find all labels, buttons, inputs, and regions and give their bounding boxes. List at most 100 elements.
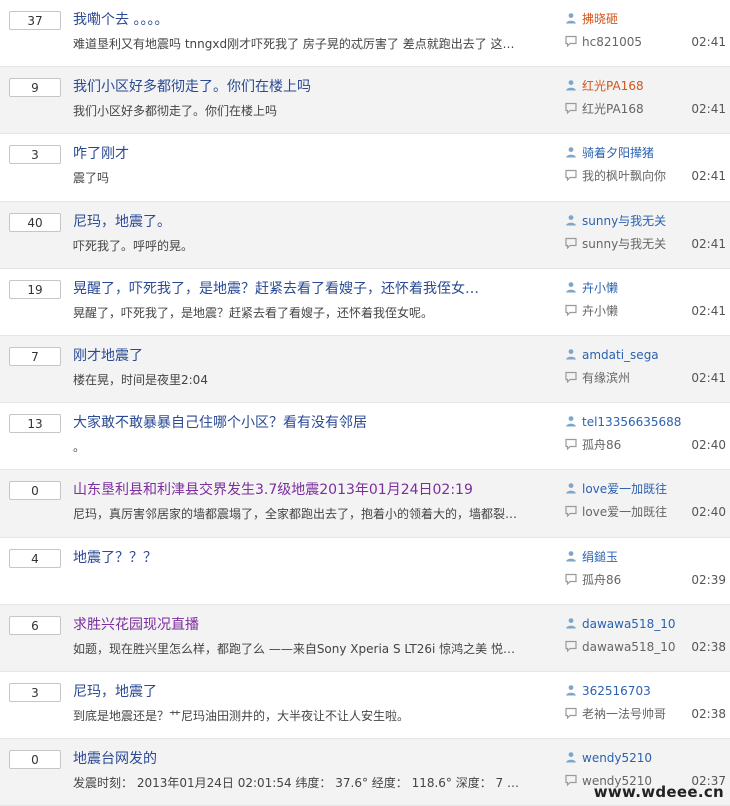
thread-preview: 难道垦利又有地震吗 tnngxd刚才吓死我了 房子晃的忒厉害了 差点就跑出去了 …	[73, 37, 520, 51]
reply-count-badge[interactable]: 40	[9, 212, 61, 232]
last-replier-name: 孤舟86	[582, 438, 622, 453]
reply-icon	[565, 371, 577, 383]
thread-row: 19 晃醒了，吓死我了，是地震？赶紧去看了看嫂子，还怀着我侄女… 晃醒了，吓死我…	[0, 268, 730, 336]
thread-title-link[interactable]: 大家敢不敢暴暴自己住哪个小区？看有没有邻居	[73, 414, 483, 432]
reply-count-badge[interactable]: 6	[9, 615, 61, 635]
last-replier: sunny与我无关	[565, 236, 685, 252]
reply-count-badge[interactable]: 4	[9, 548, 61, 568]
last-reply-time: 02:41	[691, 35, 726, 49]
last-reply-time: 02:38	[691, 706, 726, 721]
thread-row: 13 大家敢不敢暴暴自己住哪个小区？看有没有邻居 。 tel1335663568…	[0, 403, 730, 471]
reply-count-badge[interactable]: 3	[9, 145, 61, 165]
last-replier-name: hc821005	[582, 35, 643, 49]
thread-title-link[interactable]: 地震台网发的	[73, 750, 483, 768]
author-name: 骑着夕阳撵猪	[582, 146, 655, 161]
thread-title-link[interactable]: 刚才地震了	[73, 347, 483, 365]
thread-title-link[interactable]: 尼玛，地震了。	[73, 213, 483, 231]
user-icon	[566, 80, 576, 91]
reply-count-badge[interactable]: 0	[9, 750, 61, 770]
thread-preview: 楼在晃，时间是夜里2:04	[73, 372, 208, 387]
thread-preview: 如题，现在胜兴里怎么样，都跑了么 ——来自Sony Xperia S LT26i…	[73, 641, 520, 656]
author-name: love爱一加既往	[582, 482, 668, 497]
reply-icon	[565, 35, 577, 47]
thread-preview: 发震时刻： 2013年01月24日 02:01:54 纬度： 37.6° 经度：…	[73, 776, 520, 791]
reply-count-badge[interactable]: 9	[9, 78, 61, 98]
reply-icon	[565, 103, 577, 115]
last-replier: 孤舟86	[565, 572, 685, 588]
thread-preview: 晃醒了，吓死我了，是地震？赶紧去看了看嫂子，还怀着我侄女呢。	[73, 305, 434, 320]
last-replier: 红光PA168	[565, 101, 685, 117]
thread-row: 6 求胜兴花园现况直播 如题，现在胜兴里怎么样，都跑了么 ——来自Sony Xp…	[0, 604, 730, 672]
thread-title-link[interactable]: 求胜兴花园现况直播	[73, 616, 483, 634]
last-reply-time: 02:41	[691, 236, 726, 251]
thread-author-link[interactable]: 362516703	[565, 683, 715, 699]
thread-row: 40 尼玛，地震了。 吓死我了。呼呼的晃。 sunny与我无关 sunny与我无…	[0, 201, 730, 269]
thread-author-link[interactable]: 拂晓砸	[565, 11, 715, 27]
last-replier-name: 红光PA168	[582, 102, 644, 117]
reply-count-badge[interactable]: 19	[9, 279, 61, 299]
thread-author-link[interactable]: 卉小懒	[565, 280, 715, 296]
user-icon	[566, 685, 576, 696]
reply-icon	[565, 506, 577, 518]
thread-author-link[interactable]: love爱一加既往	[565, 481, 715, 497]
last-reply-time: 02:38	[691, 639, 726, 654]
last-replier-name: sunny与我无关	[582, 236, 667, 251]
last-replier-name: 卉小懒	[582, 303, 619, 318]
thread-title-link[interactable]: 尼玛，地震了	[73, 683, 483, 701]
author-name: dawawa518_10	[582, 616, 676, 631]
thread-row: 0 山东垦利县和利津县交界发生3.7级地震2013年01月24日02:19 尼玛…	[0, 470, 730, 538]
reply-icon	[565, 170, 577, 182]
reply-count-badge[interactable]: 7	[9, 346, 61, 366]
thread-author-link[interactable]: sunny与我无关	[565, 213, 715, 229]
user-icon	[566, 550, 576, 561]
last-reply-time: 02:41	[691, 303, 726, 318]
thread-author-link[interactable]: 绢鎚玉	[565, 549, 715, 565]
author-name: 绢鎚玉	[582, 549, 619, 564]
last-replier-name: 老衲一法号帅哥	[582, 706, 667, 721]
last-replier: 有缘滨州	[565, 370, 685, 386]
user-icon	[566, 214, 576, 226]
author-name: tel13356635688	[582, 415, 682, 430]
last-replier-name: 我的枫叶飘向你	[582, 169, 667, 184]
thread-title-link[interactable]: 山东垦利县和利津县交界发生3.7级地震2013年01月24日02:19	[73, 481, 483, 499]
thread-author-link[interactable]: 红光PA168	[565, 78, 715, 94]
last-reply-time: 02:40	[691, 505, 726, 520]
thread-author-link[interactable]: amdati_sega	[565, 347, 715, 363]
last-reply-time: 02:39	[691, 572, 726, 587]
author-name: 卉小懒	[582, 280, 619, 295]
last-replier-name: dawawa518_10	[582, 639, 676, 654]
thread-preview: 吓死我了。呼呼的晃。	[73, 238, 194, 253]
thread-list: 37 我嘞个去 。。。。 难道垦利又有地震吗 tnngxd刚才吓死我了 房子晃的…	[0, 0, 730, 806]
thread-row: 9 我们小区好多都彻走了。你们在楼上吗 我们小区好多都彻走了。你们在楼上吗 红光…	[0, 67, 730, 135]
last-replier-name: love爱一加既往	[582, 505, 668, 520]
reply-count-badge[interactable]: 37	[9, 11, 61, 30]
author-name: 拂晓砸	[582, 12, 619, 26]
thread-title-link[interactable]: 咋了刚才	[73, 145, 483, 163]
thread-preview: 尼玛，真厉害邻居家的墙都震塌了，全家都跑出去了，抱着小的领着大的，墙都裂…	[73, 507, 518, 522]
user-icon	[566, 483, 576, 494]
thread-title-link[interactable]: 我们小区好多都彻走了。你们在楼上吗	[73, 78, 483, 96]
reply-icon	[565, 707, 577, 719]
author-name: sunny与我无关	[582, 213, 667, 228]
last-reply-time: 02:41	[691, 102, 726, 117]
reply-count-badge[interactable]: 0	[9, 481, 61, 501]
last-reply-time: 02:41	[691, 169, 726, 184]
last-replier: 孤舟86	[565, 437, 685, 453]
thread-title-link[interactable]: 我嘞个去 。。。。	[73, 11, 483, 29]
thread-row: 37 我嘞个去 。。。。 难道垦利又有地震吗 tnngxd刚才吓死我了 房子晃的…	[0, 0, 730, 68]
last-replier: dawawa518_10	[565, 639, 685, 655]
thread-preview: 。	[73, 440, 86, 455]
user-icon	[566, 416, 576, 427]
reply-count-badge[interactable]: 3	[9, 682, 61, 702]
thread-author-link[interactable]: tel13356635688	[565, 414, 715, 430]
thread-author-link[interactable]: wendy5210	[565, 750, 715, 766]
author-name: 红光PA168	[582, 79, 644, 94]
last-replier-name: 孤舟86	[582, 572, 622, 587]
thread-title-link[interactable]: 晃醒了，吓死我了，是地震？赶紧去看了看嫂子，还怀着我侄女…	[73, 280, 483, 298]
thread-author-link[interactable]: 骑着夕阳撵猪	[565, 145, 715, 161]
reply-count-badge[interactable]: 13	[9, 414, 61, 434]
thread-preview: 震了吗	[73, 171, 110, 186]
thread-author-link[interactable]: dawawa518_10	[565, 616, 715, 632]
thread-title-link[interactable]: 地震了？？？	[73, 549, 483, 567]
user-icon	[566, 281, 576, 293]
